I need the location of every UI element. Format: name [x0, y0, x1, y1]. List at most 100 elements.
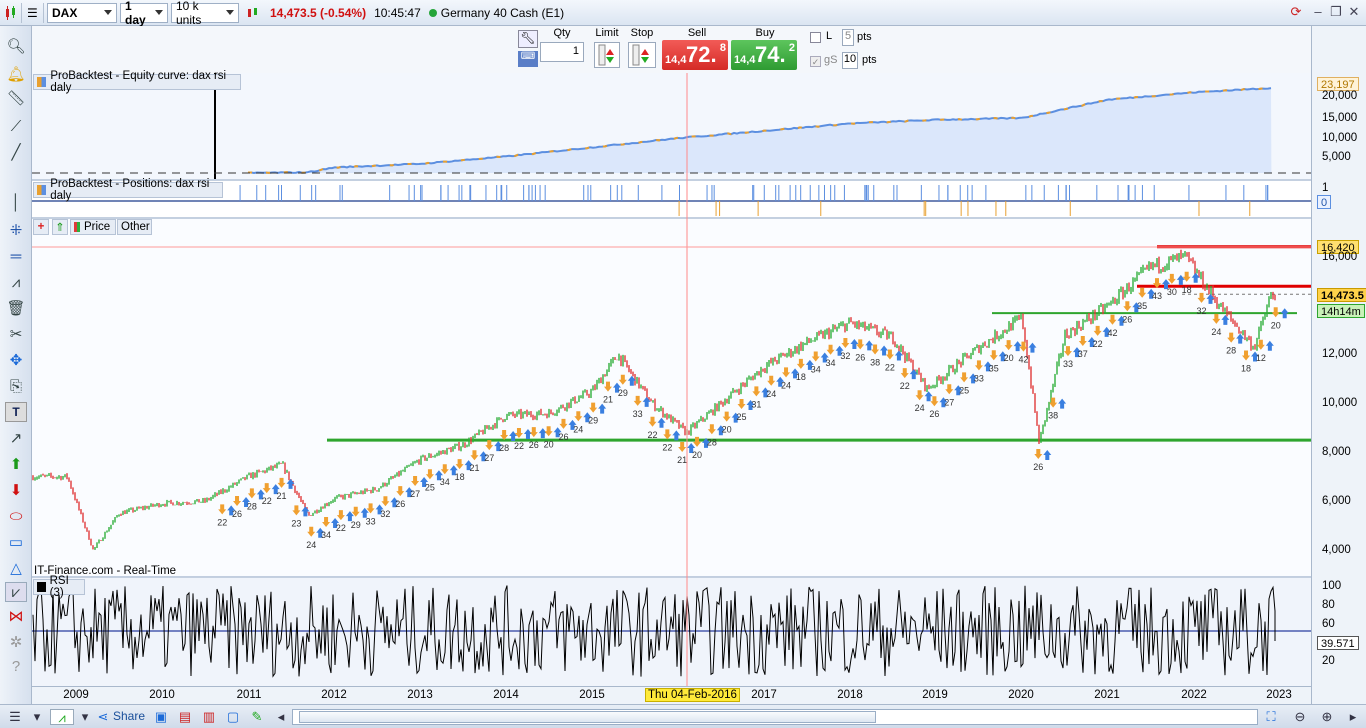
buy-button[interactable]: 14,4 74. 2 [731, 40, 797, 70]
scroll-right-icon[interactable]: ▸ [1344, 709, 1362, 725]
price-tick: 8,000 [1322, 446, 1351, 458]
text-tool-icon[interactable]: T [5, 402, 27, 422]
timeframe-select[interactable]: 1 day [120, 0, 168, 27]
trade-label: 38 [870, 357, 880, 367]
alert-bell-icon[interactable]: 🔔︎ [5, 64, 27, 84]
trade-label: 28 [1226, 346, 1236, 356]
qty-input[interactable]: 1 [540, 42, 584, 62]
vertical-line-icon[interactable]: │ [5, 192, 27, 212]
list-panel-icon[interactable]: ▤ [176, 709, 194, 725]
remove-panel-icon[interactable]: + [33, 219, 49, 235]
trade-label: 30 [1167, 287, 1177, 297]
zigzag-icon[interactable]: ⩘ [5, 272, 27, 292]
zoom-icon[interactable]: 🔍︎ [5, 36, 27, 56]
triangle-icon[interactable]: △ [5, 558, 27, 578]
zoom-out-icon[interactable]: ⊖ [1291, 709, 1309, 725]
stop-order-button[interactable] [628, 42, 656, 68]
equity-panel-header[interactable]: ProBacktest - Equity curve: dax rsi daly [33, 70, 241, 94]
window-icon[interactable]: ▢ [224, 709, 242, 725]
price-axis[interactable] [1311, 26, 1366, 704]
trade-label: 34 [321, 530, 331, 540]
trade-label: 24 [915, 403, 925, 413]
sell-arrow-icon[interactable]: ⬇ [5, 480, 27, 500]
settings-wheel-icon[interactable]: ✲ [5, 632, 27, 652]
trade-label: 35 [1137, 301, 1147, 311]
gs-checkbox[interactable]: ✓ [810, 56, 821, 67]
refresh-icon[interactable]: ⟳ [1288, 5, 1304, 19]
dropdown-icon[interactable]: ▾ [28, 709, 46, 725]
market-name: Germany 40 Cash (E1) [425, 3, 568, 23]
qty-label: Qty [553, 27, 571, 39]
ellipse-icon[interactable]: ⬭ [5, 506, 27, 526]
move-icon[interactable]: ✥ [5, 350, 27, 370]
scroll-left-icon[interactable]: ◂ [272, 709, 290, 725]
trade-label: 22 [662, 442, 672, 452]
hamburger-menu-icon[interactable]: ☰ [6, 709, 24, 725]
trade-label: 26 [1122, 314, 1132, 324]
sell-button[interactable]: 14,4 72. 8 [662, 40, 728, 70]
help-icon[interactable]: ? [5, 656, 27, 676]
gs-points-input[interactable]: 10 [842, 52, 858, 69]
trade-label: 25 [737, 412, 747, 422]
gs-points-unit: pts [862, 54, 877, 66]
instrument-select[interactable]: DAX [47, 2, 117, 23]
l-points-unit: pts [857, 31, 872, 43]
share-button[interactable]: Share [113, 709, 145, 723]
positions-panel-header[interactable]: ProBacktest - Positions: dax rsi daly [33, 178, 223, 202]
price-tick: 4,000 [1322, 544, 1351, 556]
fibonacci-icon[interactable]: ⁜ [5, 220, 27, 240]
trade-label: 18 [796, 372, 806, 382]
units-select[interactable]: 10 k units [171, 0, 239, 27]
list-icon[interactable]: ☰ [22, 2, 44, 23]
screen-icon[interactable]: ▣ [152, 709, 170, 725]
orders-icon[interactable]: ▥ [200, 709, 218, 725]
tools-icon[interactable]: ✂ [5, 324, 27, 344]
chart-surface[interactable]: 22 26 28 22 21 23 24 34 22 29 33 32 26 27 25 34 18 21 27 28… [32, 73, 1311, 686]
trade-label: 20 [1271, 320, 1281, 330]
trend-tool-icon[interactable]: ⩗ [5, 582, 27, 602]
trade-label: 31 [751, 399, 761, 409]
horizontal-line-icon[interactable]: ═ [5, 246, 27, 266]
wrench-icon[interactable]: 🔧︎ [518, 30, 538, 48]
arrow-tool-icon[interactable]: ↗ [5, 428, 27, 448]
zoom-in-icon[interactable]: ⊕ [1318, 709, 1336, 725]
trade-label: 22 [647, 430, 657, 440]
zoom-fit-icon[interactable]: ⛶ [1262, 709, 1280, 725]
trade-label: 22 [514, 441, 524, 451]
trade-label: 20 [692, 450, 702, 460]
line-icon[interactable]: ╱ [5, 142, 27, 162]
limit-checkbox[interactable] [810, 32, 821, 43]
trade-label: 25 [959, 385, 969, 395]
trade-label: 24 [306, 540, 316, 550]
price-tab[interactable]: Price [70, 219, 116, 235]
keyboard-icon[interactable]: ⌨ [518, 51, 538, 67]
cursor-date-label: Thu 04-Feb-2016 [645, 688, 740, 702]
equity-tick: 5,000 [1322, 151, 1351, 163]
trade-label: 29 [351, 520, 361, 530]
channel-icon[interactable]: ⋈ [5, 606, 27, 626]
share-icon[interactable]: ⋖ [94, 709, 112, 725]
time-axis[interactable]: 2009 2010 2011 2012 2013 2014 2015 2017 … [32, 686, 1311, 704]
horizontal-scrollbar[interactable] [292, 709, 1258, 725]
l-points-input[interactable]: 5 [842, 29, 854, 46]
copy-icon[interactable]: ⎘ [5, 376, 27, 396]
limit-label: Limit [595, 27, 619, 39]
segment-icon[interactable]: ⟋ [5, 116, 27, 136]
rsi-panel-header[interactable]: RSI (3) [33, 575, 85, 599]
limit-order-button[interactable] [594, 42, 620, 68]
ruler-icon[interactable]: 📏︎ [5, 88, 27, 108]
chart-type-icon[interactable]: ⩘ [50, 709, 74, 725]
restore-icon[interactable]: ❐ [1328, 5, 1344, 19]
candles-icon[interactable] [0, 2, 22, 23]
edit-icon[interactable]: ✎ [248, 709, 266, 725]
minimize-icon[interactable]: – [1310, 5, 1326, 19]
add-indicator-icon[interactable]: ⇑ [52, 219, 68, 235]
scroll-thumb[interactable] [299, 711, 876, 723]
rectangle-icon[interactable]: ▭ [5, 532, 27, 552]
chart-type-dropdown-icon[interactable]: ▾ [76, 709, 94, 725]
trade-label: 29 [588, 416, 598, 426]
other-tab[interactable]: Other [117, 219, 152, 235]
close-icon[interactable]: ✕ [1346, 5, 1362, 19]
trash-icon[interactable]: 🗑︎ [5, 298, 27, 318]
buy-arrow-icon[interactable]: ⬆ [5, 454, 27, 474]
